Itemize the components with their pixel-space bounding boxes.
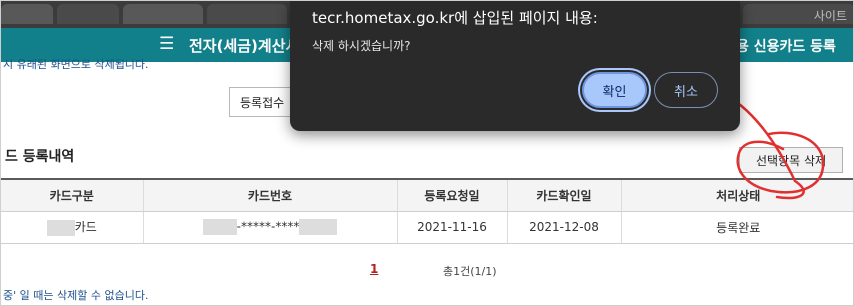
card-registration-table: 카드구분 카드번호 등록요청일 카드확인일 처리상태 카드 -*****-***…	[1, 178, 853, 244]
confirm-dialog: tecr.hometax.go.kr에 삽입된 페이지 내용: 삭제 하시겠습니…	[290, 1, 740, 131]
site-title: 전자(세금)계산서	[189, 37, 300, 55]
request-date-cell: 2021-11-16	[396, 211, 507, 244]
section-title: 드 등록내역	[5, 149, 75, 165]
dialog-origin-title: tecr.hometax.go.kr에 삽입된 페이지 내용:	[312, 9, 598, 27]
pagination-total: 총1건(1/1)	[443, 265, 497, 278]
column-header-request-date: 등록요청일	[396, 178, 507, 212]
delete-selected-button[interactable]: 선택항목 삭제	[739, 147, 843, 173]
column-header-status: 처리상태	[620, 178, 853, 212]
page-link-current[interactable]: 1	[370, 262, 378, 276]
card-type-value: 카드	[74, 220, 97, 235]
browser-tab[interactable]	[57, 4, 119, 24]
column-header-card-number: 카드번호	[142, 178, 397, 212]
column-header-confirm-date: 카드확인일	[506, 178, 621, 212]
card-number-value: -*****-****	[236, 219, 300, 234]
status-cell: 등록완료	[620, 211, 853, 244]
table-header-row: 카드구분 카드번호 등록요청일 카드확인일 처리상태	[1, 178, 853, 212]
confirm-date-cell: 2021-12-08	[506, 211, 621, 244]
redacted-block	[299, 219, 338, 235]
top-note: 시 유래된 화면으로 삭제됩니다.	[3, 58, 149, 71]
redacted-block	[46, 219, 75, 236]
hamburger-menu-icon[interactable]: ☰	[159, 34, 174, 54]
card-number-cell: -*****-****	[142, 211, 397, 244]
screenshot-stage: 사이트 ☰ 전자(세금)계산서 용 신용카드 등록 시 유래된 화면으로 삭제됩…	[0, 0, 854, 306]
browser-tab[interactable]	[1, 4, 53, 24]
dialog-message: 삭제 하시겠습니까?	[312, 39, 411, 53]
site-menu-credit-card-registration[interactable]: 용 신용카드 등록	[736, 36, 836, 56]
redacted-block	[202, 219, 237, 235]
browser-tab-label: 사이트	[813, 9, 847, 23]
card-type-cell: 카드	[1, 211, 143, 244]
browser-tab[interactable]	[207, 4, 287, 24]
bottom-note: 중' 일 때는 삭제할 수 없습니다.	[3, 289, 149, 302]
table-row[interactable]: 카드 -*****-**** 2021-11-16 2021-12-08 등록완…	[1, 211, 853, 244]
browser-tab[interactable]	[123, 4, 203, 24]
column-header-card-type: 카드구분	[1, 178, 143, 212]
dialog-ok-button[interactable]: 확인	[582, 72, 647, 108]
dialog-cancel-button[interactable]: 취소	[654, 72, 718, 108]
